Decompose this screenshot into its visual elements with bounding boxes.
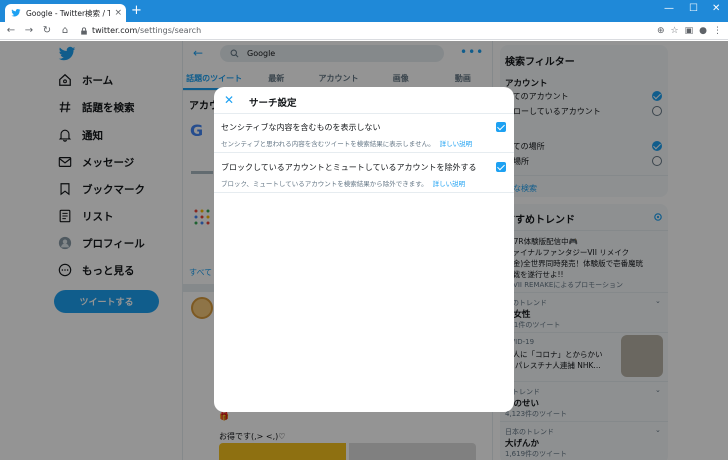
new-tab-button[interactable]: + — [131, 4, 142, 18]
url-host: twitter.com — [92, 26, 138, 35]
dialog-title: サーチ設定 — [249, 98, 297, 109]
hide-sensitive-checkbox[interactable] — [496, 122, 506, 132]
translate-icon[interactable]: ⊕ — [657, 26, 665, 36]
lock-icon — [81, 26, 87, 35]
dialog-header: ✕ サーチ設定 — [214, 87, 514, 114]
twitter-bird-icon — [11, 9, 21, 17]
extension-icon[interactable]: ▣ — [685, 26, 694, 36]
url-field[interactable]: twitter.com/settings/search — [80, 26, 657, 35]
option-label: センシティブな内容を含むものを表示しない — [221, 123, 381, 132]
option-exclude-blocked-muted[interactable]: ブロックしているアカウントとミュートしているアカウントを除外する ブロック、ミュ… — [214, 154, 514, 193]
browser-titlebar: Google - Twitter検索 / Twitter × + — ☐ ✕ — [0, 0, 728, 22]
learn-more-link[interactable]: 詳しい説明 — [433, 180, 466, 188]
option-hide-sensitive[interactable]: センシティブな内容を含むものを表示しない センシティブと思われる内容を含むツイー… — [214, 114, 514, 153]
maximize-button[interactable]: ☐ — [689, 3, 698, 15]
option-description: ブロック、ミュートしているアカウントを検索結果から除外できます。 詳しい説明 — [221, 178, 465, 188]
browser-tab[interactable]: Google - Twitter検索 / Twitter × — [5, 4, 126, 22]
option-label: ブロックしているアカウントとミュートしているアカウントを除外する — [221, 163, 477, 172]
option-description-text: センシティブと思われる内容を含むツイートを検索結果に表示しません。 — [221, 140, 435, 148]
forward-icon[interactable]: → — [22, 24, 36, 38]
tab-title: Google - Twitter検索 / Twitter — [26, 8, 111, 18]
close-icon[interactable]: ✕ — [224, 94, 234, 106]
option-description: センシティブと思われる内容を含むツイートを検索結果に表示しません。 詳しい説明 — [221, 138, 472, 148]
profile-icon[interactable]: ● — [699, 26, 707, 36]
address-bar: ← → ↻ ⌂ twitter.com/settings/search ⊕ ☆ … — [0, 22, 728, 40]
minimize-button[interactable]: — — [664, 3, 674, 15]
url-path: /settings/search — [137, 26, 202, 35]
star-icon[interactable]: ☆ — [671, 26, 679, 36]
learn-more-link[interactable]: 詳しい説明 — [440, 140, 473, 148]
window-close-button[interactable]: ✕ — [712, 3, 720, 15]
tab-close-icon[interactable]: × — [114, 8, 122, 18]
menu-icon[interactable]: ⋮ — [713, 26, 722, 36]
toolbar-icons: ⊕ ☆ ▣ ● ⋮ — [657, 26, 722, 36]
back-icon[interactable]: ← — [4, 24, 18, 38]
reload-icon[interactable]: ↻ — [40, 24, 54, 38]
home-page-icon[interactable]: ⌂ — [58, 24, 72, 38]
search-settings-dialog: ✕ サーチ設定 センシティブな内容を含むものを表示しない センシティブと思われる… — [214, 87, 514, 412]
exclude-blocked-checkbox[interactable] — [496, 162, 506, 172]
option-description-text: ブロック、ミュートしているアカウントを検索結果から除外できます。 — [221, 180, 428, 188]
